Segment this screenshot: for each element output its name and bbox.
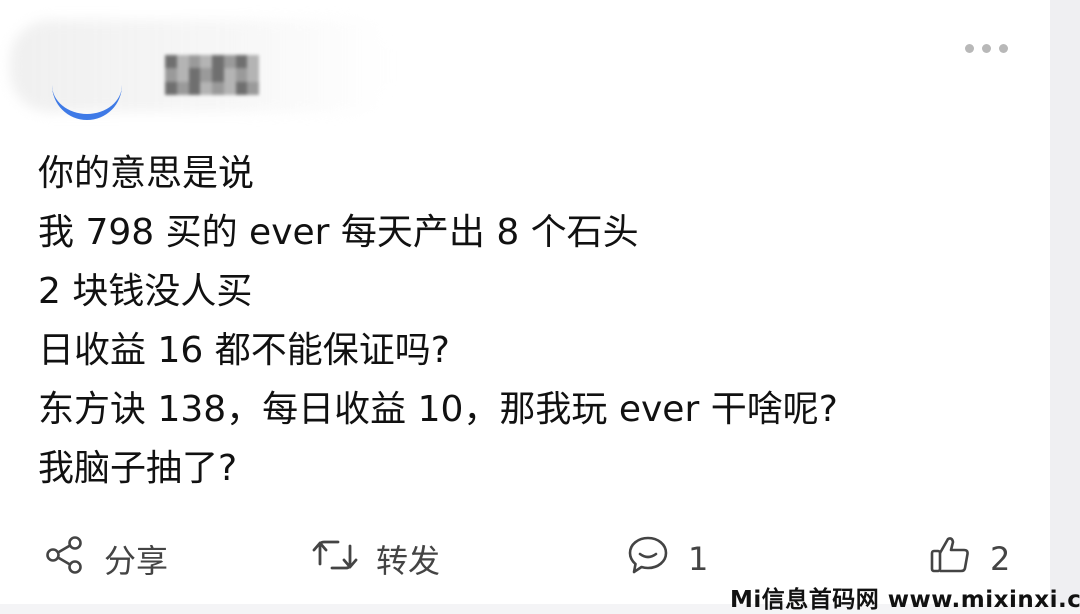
post-line: 你的意思是说 — [38, 153, 255, 194]
share-button[interactable]: 分享 — [44, 528, 168, 590]
share-label: 分享 — [104, 542, 169, 580]
post-line: 日收益 16 都不能保证吗? — [38, 330, 450, 371]
blurred-username[interactable] — [165, 55, 259, 95]
more-icon[interactable] — [958, 38, 1014, 58]
comment-button[interactable]: 1 — [626, 528, 708, 590]
repost-icon — [312, 534, 358, 584]
screen-edge — [1050, 0, 1080, 604]
repost-label: 转发 — [376, 542, 441, 580]
repost-button[interactable]: 转发 — [312, 528, 440, 590]
like-count: 2 — [990, 540, 1011, 578]
watermark: Mi信息首码网 www.mixinxi.com — [730, 587, 1080, 613]
post-line: 我脑子抽了? — [38, 448, 238, 489]
thumbs-up-icon — [928, 533, 972, 585]
post-line: 东方诀 138，每日收益 10，那我玩 ever 干啥呢? — [38, 389, 838, 430]
comment-icon — [626, 533, 670, 585]
post-card: 你的意思是说 我 798 买的 ever 每天产出 8 个石头 2 块钱没人买 … — [0, 0, 1050, 604]
share-icon — [44, 534, 86, 584]
post-line: 我 798 买的 ever 每天产出 8 个石头 — [38, 212, 639, 253]
comment-count: 1 — [688, 540, 709, 578]
post-line: 2 块钱没人买 — [38, 271, 253, 312]
post-content: 你的意思是说 我 798 买的 ever 每天产出 8 个石头 2 块钱没人买 … — [38, 144, 1028, 498]
